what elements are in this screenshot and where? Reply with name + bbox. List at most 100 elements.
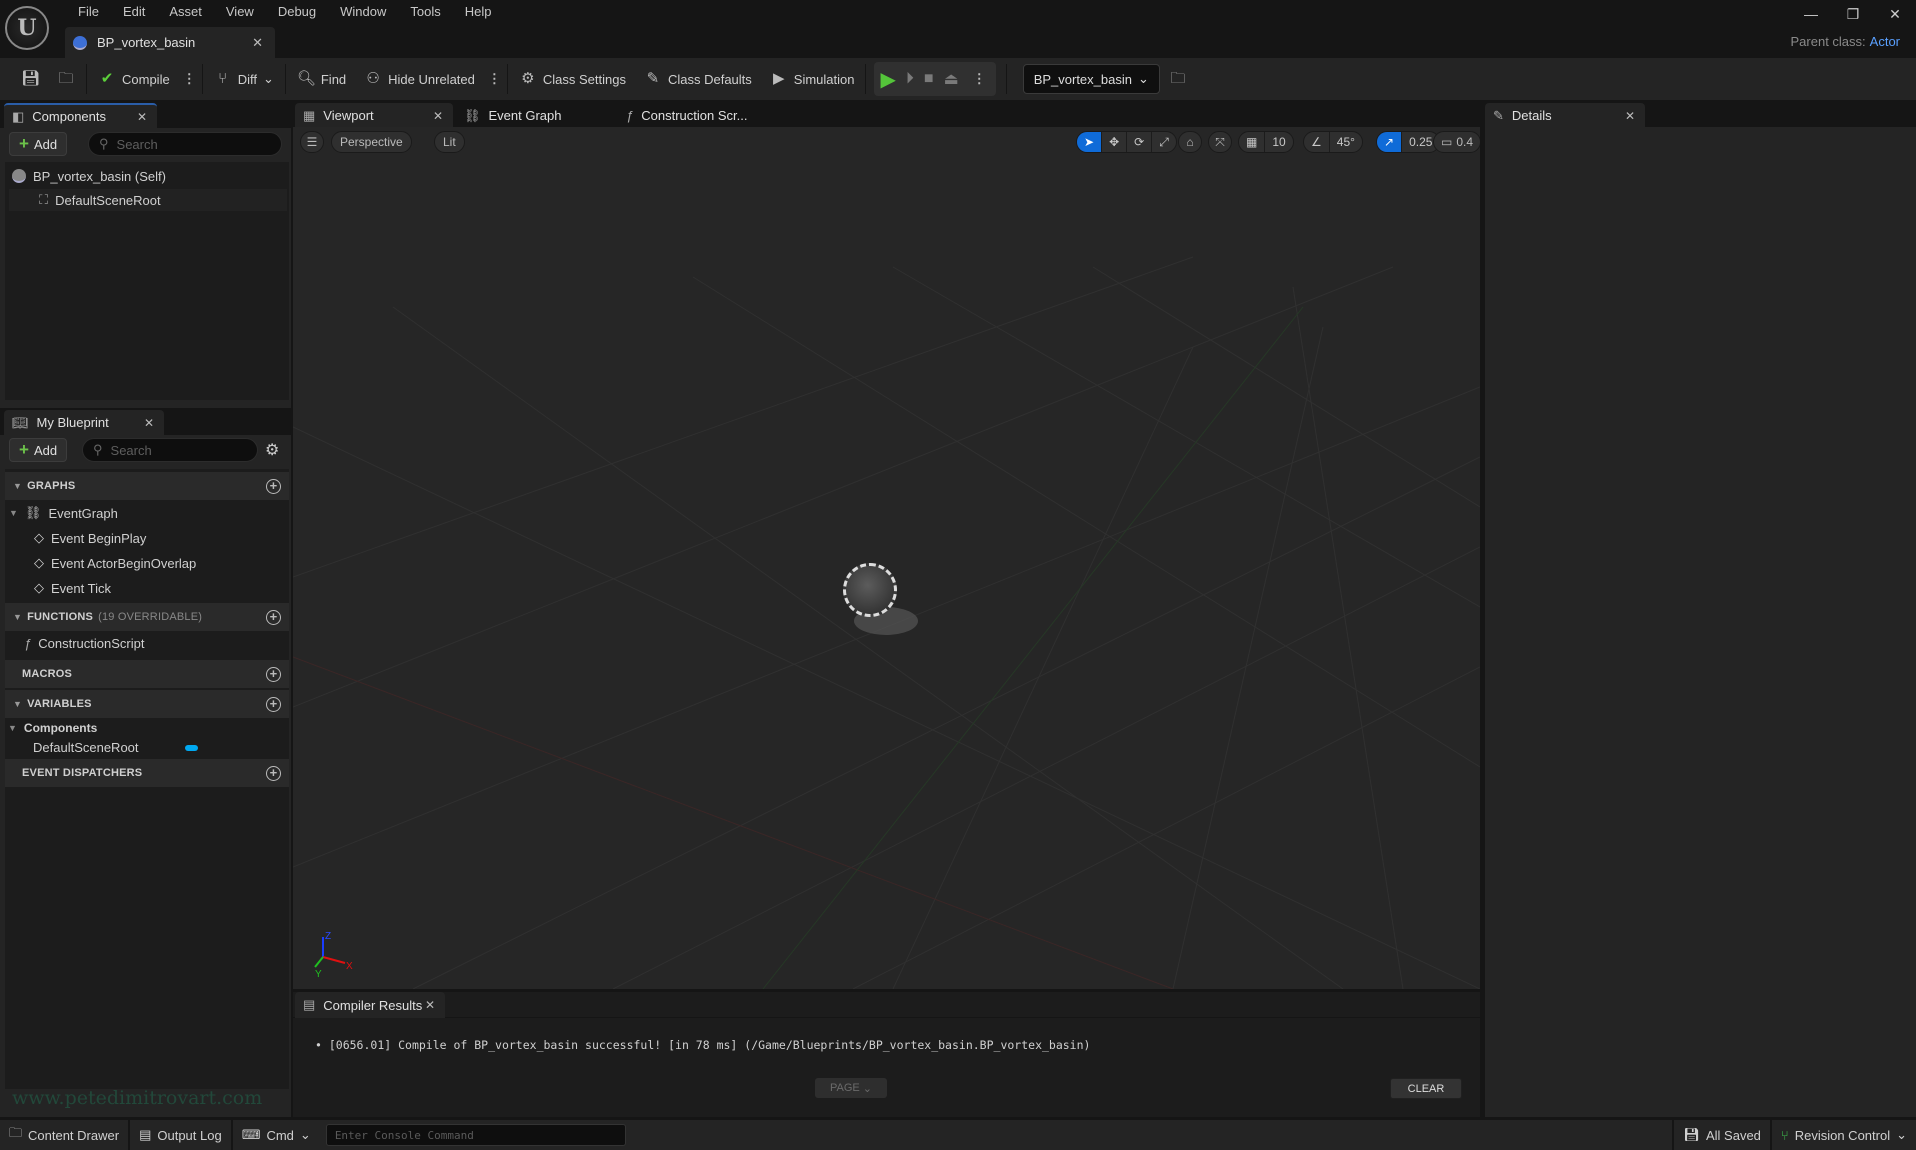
hide-unrelated-button[interactable]: ⚇ Hide Unrelated [355,58,484,100]
components-search-input[interactable] [116,136,257,152]
close-tab-icon[interactable]: ✕ [433,109,443,123]
surface-snap-button[interactable]: ⤧ [1208,131,1232,153]
simulation-button[interactable]: ▶ Simulation [761,58,864,100]
browse-button[interactable]: 🗀 [48,58,84,100]
menu-edit[interactable]: Edit [111,2,157,22]
play-options-icon[interactable]: ⋮ [969,71,990,87]
browse-debug-object-button[interactable]: 🗀 [1160,58,1196,100]
select-tool-icon[interactable]: ➤ [1077,132,1103,152]
my-blueprint-search-input[interactable] [110,442,231,458]
document-tab[interactable]: BP_vortex_basin ✕ [65,27,275,58]
find-button[interactable]: 🔍︎ Find [288,58,355,100]
menu-file[interactable]: File [66,2,111,22]
add-variable-icon[interactable]: + [266,696,281,712]
translate-tool-icon[interactable]: ✥ [1102,132,1128,152]
tab-construction-script[interactable]: ƒ Construction Scr... [618,103,788,128]
details-tab[interactable]: ✎ Details ✕ [1485,103,1645,128]
grid-snap-value[interactable]: 10 [1265,132,1292,152]
tab-viewport[interactable]: ▦ Viewport ✕ [295,103,453,128]
menu-asset[interactable]: Asset [157,2,214,22]
step-icon[interactable]: ⏵ [906,70,914,88]
class-defaults-button[interactable]: ✎ Class Defaults [635,58,761,100]
compile-button[interactable]: ✔ Compile [89,58,179,100]
add-function-icon[interactable]: + [266,609,281,625]
console-command-input[interactable] [325,1124,626,1146]
restore-button[interactable]: ❐ [1832,6,1874,23]
scale-tool-icon[interactable]: ⤢ [1152,132,1176,152]
save-button[interactable]: 💾︎ [12,58,48,100]
add-component-button[interactable]: + Add [9,132,68,156]
close-tab-icon[interactable]: ✕ [425,998,435,1012]
parent-class-link[interactable]: Actor [1870,34,1900,49]
components-tree: BP_vortex_basin (Self) ⛶ DefaultSceneRoo… [5,162,289,400]
page-dropdown[interactable]: PAGE ⌄ [815,1078,887,1098]
components-tab[interactable]: ◧ Components ✕ [4,103,157,128]
compiler-results-tab[interactable]: ▤ Compiler Results ✕ [295,992,445,1018]
minimize-button[interactable]: — [1790,6,1832,23]
grid-snap-icon[interactable]: ▦ [1239,132,1266,152]
section-variables[interactable]: ▼ VARIABLES + [5,690,289,718]
menu-window[interactable]: Window [328,2,398,22]
menu-view[interactable]: View [214,2,266,22]
hide-unrelated-options-icon[interactable]: ⋮ [484,71,505,87]
menu-debug[interactable]: Debug [266,2,328,22]
compile-options-icon[interactable]: ⋮ [179,71,200,87]
close-tab-icon[interactable]: ✕ [1625,109,1635,123]
content-drawer-button[interactable]: 🗀 Content Drawer [0,1120,131,1150]
add-dispatcher-icon[interactable]: + [266,765,281,781]
tab-event-graph[interactable]: ⛓ Event Graph [456,103,616,128]
section-event-dispatchers[interactable]: EVENT DISPATCHERS + [5,759,289,787]
clear-button[interactable]: CLEAR [1390,1078,1462,1099]
actor-sphere-icon[interactable] [843,563,897,617]
stop-icon[interactable]: ■ [924,70,934,88]
chevron-down-icon: ⌄ [1896,1127,1907,1142]
revision-control-button[interactable]: ⑂ Revision Control ⌄ [1772,1120,1916,1150]
menu-tools[interactable]: Tools [398,2,452,22]
eject-icon[interactable]: ⏏ [944,69,959,89]
cmd-dropdown[interactable]: ⌨ Cmd ⌄ [233,1120,320,1150]
play-icon[interactable]: ▶ [880,67,895,92]
rotation-snap-value[interactable]: 45° [1330,132,1362,152]
component-self[interactable]: BP_vortex_basin (Self) [12,165,166,187]
event-item[interactable]: ◇ Event Tick [34,577,111,599]
variable-item[interactable]: DefaultSceneRoot [33,736,139,758]
event-graph-item[interactable]: ▼ ⛓ EventGraph [9,502,118,524]
plus-icon: + [19,440,29,459]
menu-help[interactable]: Help [453,2,504,22]
close-tab-icon[interactable]: ✕ [144,416,154,430]
function-item[interactable]: ƒ ConstructionScript [24,632,144,654]
close-tab-icon[interactable]: ✕ [252,35,263,51]
close-window-button[interactable]: ✕ [1874,6,1916,23]
event-item[interactable]: ◇ Event BeginPlay [34,527,146,549]
class-settings-button[interactable]: ⚙ Class Settings [510,58,635,100]
coordinate-space-button[interactable]: ⌂ [1178,131,1202,153]
viewport-menu-button[interactable]: ☰ [300,131,324,153]
lighting-mode-button[interactable]: Lit [434,131,465,153]
unreal-logo-icon[interactable]: U [5,6,49,50]
my-blueprint-search[interactable]: ⚲ [82,438,258,462]
section-functions[interactable]: ▼ FUNCTIONS (19 OVERRIDABLE) + [5,603,289,631]
diff-button[interactable]: ⑂ Diff ⌄ [205,58,283,100]
rotate-tool-icon[interactable]: ⟳ [1127,132,1153,152]
add-member-button[interactable]: + Add [9,438,68,462]
components-search[interactable]: ⚲ [88,132,282,156]
camera-speed-control[interactable]: ▭ 0.4 [1433,131,1480,153]
viewport-icon: ▦ [303,107,316,123]
close-tab-icon[interactable]: ✕ [137,110,147,124]
output-log-button[interactable]: ▤ Output Log [130,1120,233,1150]
rotation-snap-icon[interactable]: ∠ [1304,132,1330,152]
all-saved-button[interactable]: 💾︎ All Saved [1672,1120,1772,1150]
section-macros[interactable]: MACROS + [5,660,289,688]
debug-object-dropdown[interactable]: BP_vortex_basin ⌄ [1022,64,1160,94]
section-graphs[interactable]: ▼ GRAPHS + [5,472,289,500]
scale-snap-icon[interactable]: ↗ [1377,132,1403,152]
add-macro-icon[interactable]: + [266,666,281,682]
event-item[interactable]: ◇ Event ActorBeginOverlap [34,552,196,574]
add-graph-icon[interactable]: + [266,478,281,494]
compiler-message[interactable]: • [0656.01] Compile of BP_vortex_basin s… [315,1038,1090,1052]
component-default-scene-root[interactable]: ⛶ DefaultSceneRoot [39,189,161,211]
view-mode-button[interactable]: Perspective [331,131,412,153]
my-blueprint-tab[interactable]: 📖︎ My Blueprint ✕ [4,410,164,435]
viewport[interactable]: ☰ Perspective Lit ➤ ✥ ⟳ ⤢ ⌂ ⤧ ▦ 10 ∠ 45°… [293,127,1480,989]
settings-gear-icon[interactable]: ⚙ [265,440,279,460]
